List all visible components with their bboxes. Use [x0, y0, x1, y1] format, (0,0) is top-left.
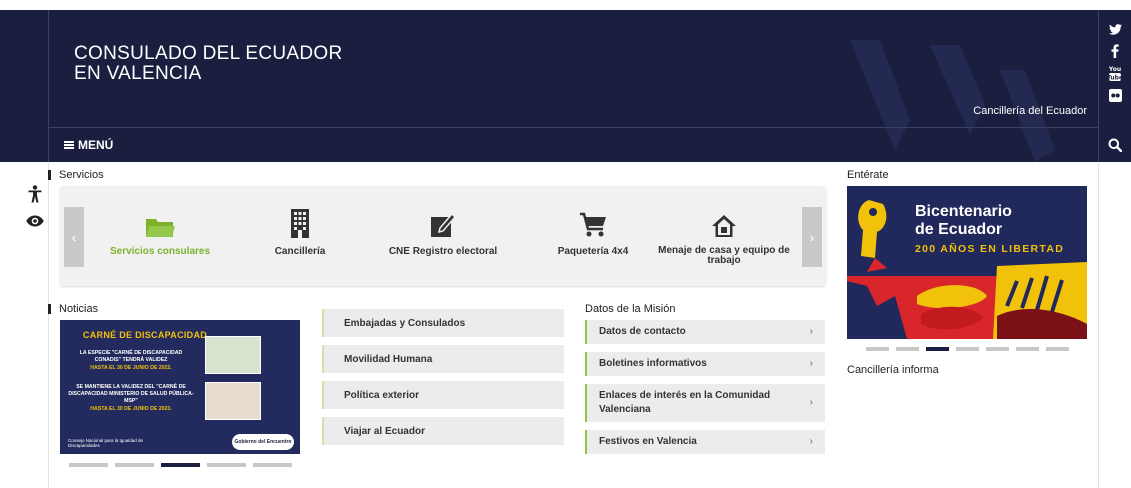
service-paqueteria[interactable]: Paquetería 4x4 — [538, 202, 648, 257]
servicios-title-text: Servicios — [59, 169, 104, 181]
chevron-right-icon: › — [809, 326, 813, 337]
banner-line1: Bicentenario — [915, 203, 1012, 220]
id-card-image — [205, 382, 261, 420]
service-label: Servicios consulares — [109, 246, 211, 257]
hamburger-icon — [64, 141, 74, 149]
news-slide-heading: CARNÉ DE DISCAPACIDAD — [82, 330, 208, 340]
service-label: CNE Registro electoral — [388, 246, 498, 257]
news-slide-image[interactable]: CARNÉ DE DISCAPACIDAD LA ESPECIE "CARNÉ … — [60, 320, 300, 454]
section-marker — [48, 304, 51, 314]
carousel-next-button[interactable]: › — [802, 207, 822, 267]
bicentenario-banner[interactable]: Bicentenario de Ecuador 200 AÑOS EN LIBE… — [847, 186, 1087, 339]
carousel-dot[interactable] — [956, 347, 979, 351]
carousel-dot[interactable] — [896, 347, 919, 351]
link-movilidad[interactable]: Movilidad Humana — [322, 345, 564, 373]
accessibility-person-icon[interactable] — [24, 183, 46, 205]
site-title[interactable]: CONSULADO DEL ECUADOR EN VALENCIA — [74, 44, 342, 84]
svg-text:You: You — [1109, 66, 1121, 73]
news-slide-text2b: HASTA EL 30 DE JUNIO DE 2023. — [90, 406, 172, 412]
link-datos-contacto[interactable]: Datos de contacto › — [585, 320, 825, 344]
eye-icon[interactable] — [24, 210, 46, 232]
noticias-title-text: Noticias — [59, 303, 99, 315]
house-icon — [654, 202, 794, 238]
enterate-carousel-dots — [866, 347, 1069, 351]
header-watermark — [850, 40, 1055, 162]
section-marker — [48, 170, 51, 180]
carousel-dot[interactable] — [1046, 347, 1069, 351]
folder-icon — [100, 202, 220, 238]
menu-label: MENÚ — [78, 138, 114, 152]
facebook-icon[interactable] — [1099, 40, 1131, 62]
carousel-dot[interactable] — [1016, 347, 1039, 351]
cancilleria-informa-title: Cancillería informa — [847, 364, 939, 376]
youtube-icon[interactable]: You Tube — [1099, 62, 1131, 84]
page: CONSULADO DEL ECUADOR EN VALENCIA Cancil… — [0, 0, 1131, 488]
twitter-icon[interactable] — [1099, 18, 1131, 40]
link-politica[interactable]: Política exterior — [322, 381, 564, 409]
link-label: Festivos en Valencia — [599, 436, 697, 447]
cart-icon — [538, 202, 648, 238]
news-carousel-dots — [69, 463, 292, 467]
service-cancilleria[interactable]: Cancillería — [250, 202, 350, 257]
carousel-prev-button[interactable]: ‹ — [64, 207, 84, 267]
flickr-icon[interactable] — [1099, 84, 1131, 106]
carousel-dot[interactable] — [207, 463, 246, 467]
link-label: Enlaces de interés en la Comunidad Valen… — [599, 390, 771, 415]
news-slide-footer: Consejo Nacional para la Igualdad de Dis… — [68, 438, 144, 448]
site-header: CONSULADO DEL ECUADOR EN VALENCIA Cancil… — [0, 10, 1131, 162]
chevron-right-icon: › — [809, 397, 813, 408]
services-carousel: ‹ › Servicios consulares Cancillería CNE… — [60, 186, 826, 286]
news-slide-text2: SE MANTIENE LA VALIDEZ DEL "CARNÉ DE DIS… — [68, 384, 194, 404]
header-divider — [48, 127, 1099, 128]
service-label: Paquetería 4x4 — [557, 246, 629, 257]
carousel-dot[interactable] — [253, 463, 292, 467]
enterate-title: Entérate — [847, 169, 889, 181]
carousel-dot[interactable] — [69, 463, 108, 467]
chevron-right-icon: › — [809, 229, 815, 245]
news-slide-text1: LA ESPECIE "CARNÉ DE DISCAPACIDAD CONADI… — [79, 350, 183, 363]
service-label: Menaje de casa y equipo de trabajo — [658, 245, 790, 266]
left-divider — [48, 162, 49, 488]
id-card-image — [205, 336, 261, 374]
service-cne-registro[interactable]: CNE Registro electoral — [378, 202, 508, 257]
link-embajadas[interactable]: Embajadas y Consulados — [322, 309, 564, 337]
svg-text:Tube: Tube — [1109, 75, 1121, 82]
building-icon — [250, 202, 350, 238]
service-label: Cancillería — [274, 246, 326, 257]
cancilleria-link[interactable]: Cancillería del Ecuador — [973, 105, 1087, 117]
link-boletines[interactable]: Boletines informativos › — [585, 352, 825, 376]
banner-line2: de Ecuador — [915, 221, 1003, 238]
service-servicios-consulares[interactable]: Servicios consulares — [100, 202, 220, 257]
carousel-dot-active[interactable] — [161, 463, 200, 467]
banner-title: Bicentenario de Ecuador — [915, 203, 1012, 239]
search-icon[interactable] — [1099, 128, 1131, 162]
carousel-dot[interactable] — [866, 347, 889, 351]
carousel-dot[interactable] — [986, 347, 1009, 351]
servicios-title: Servicios — [48, 169, 104, 181]
pencil-note-icon — [378, 202, 508, 238]
right-divider — [1098, 162, 1099, 488]
gobierno-logo: Gobierno del Encuentro — [232, 434, 294, 450]
link-viajar[interactable]: Viajar al Ecuador — [322, 417, 564, 445]
service-menaje[interactable]: Menaje de casa y equipo de trabajo — [654, 202, 794, 266]
chevron-right-icon: › — [809, 358, 813, 369]
site-title-line2: EN VALENCIA — [74, 63, 202, 84]
chevron-right-icon: › — [809, 436, 813, 447]
link-festivos[interactable]: Festivos en Valencia › — [585, 430, 825, 454]
link-label: Datos de contacto — [599, 326, 686, 337]
datos-mision-title: Datos de la Misión — [585, 303, 676, 315]
banner-subtitle: 200 AÑOS EN LIBERTAD — [915, 243, 1065, 255]
menu-button[interactable]: MENÚ — [64, 138, 113, 152]
link-label: Boletines informativos — [599, 358, 707, 369]
news-slide-text1b: HASTA EL 30 DE JUNIO DE 2022. — [90, 365, 172, 371]
carousel-dot-active[interactable] — [926, 347, 949, 351]
site-title-line1: CONSULADO DEL ECUADOR — [74, 43, 343, 64]
carousel-dot[interactable] — [115, 463, 154, 467]
noticias-title: Noticias — [48, 303, 98, 315]
header-left-divider — [48, 10, 49, 162]
link-enlaces-interes[interactable]: Enlaces de interés en la Comunidad Valen… — [585, 384, 825, 422]
chevron-left-icon: ‹ — [71, 229, 77, 245]
